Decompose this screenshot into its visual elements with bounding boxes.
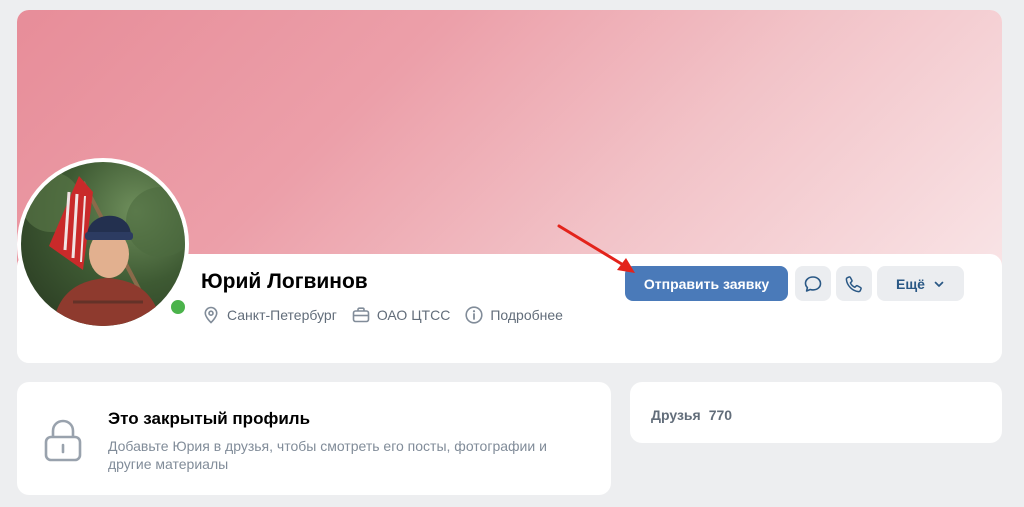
location-pin-icon: [204, 306, 218, 324]
friends-card[interactable]: Друзья 770: [630, 382, 1002, 443]
workplace-label: ОАО ЦТСС: [376, 307, 451, 323]
briefcase-icon: [352, 307, 370, 323]
lock-icon: [44, 419, 82, 462]
more-button[interactable]: Ещё: [877, 266, 964, 301]
send-friend-request-button[interactable]: Отправить заявку: [625, 266, 788, 301]
more-label: Ещё: [896, 275, 925, 292]
avatar[interactable]: [21, 162, 185, 326]
closed-profile-title: Это закрытый профиль: [108, 409, 311, 428]
chevron-down-icon: [934, 281, 944, 287]
profile-meta: Санкт-Петербург ОАО ЦТСС Подробнее: [201, 305, 563, 325]
online-indicator: [167, 296, 189, 318]
avatar-photo: [21, 172, 185, 326]
message-button[interactable]: [795, 266, 831, 301]
phone-icon: [845, 275, 862, 292]
profile-name: Юрий Логвинов: [201, 270, 368, 293]
friends-header[interactable]: Друзья 770: [651, 407, 732, 423]
closed-profile-description: Добавьте Юрия в друзья, чтобы смотреть е…: [108, 438, 547, 472]
location-label: Санкт-Петербург: [227, 307, 337, 323]
friends-count: 770: [708, 407, 733, 423]
annotation-arrow-icon: [557, 224, 635, 273]
call-button[interactable]: [836, 266, 872, 301]
details-label: Подробнее: [490, 307, 563, 323]
avatar-ring: [17, 158, 189, 330]
message-icon: [804, 275, 822, 292]
info-icon: [465, 306, 483, 324]
details-link[interactable]: Подробнее: [464, 305, 563, 325]
closed-profile-card: Это закрытый профиль Добавьте Юрия в дру…: [17, 382, 611, 495]
workplace-item[interactable]: ОАО ЦТСС: [351, 305, 451, 325]
location-item[interactable]: Санкт-Петербург: [201, 305, 337, 325]
friends-label: Друзья: [651, 407, 701, 423]
